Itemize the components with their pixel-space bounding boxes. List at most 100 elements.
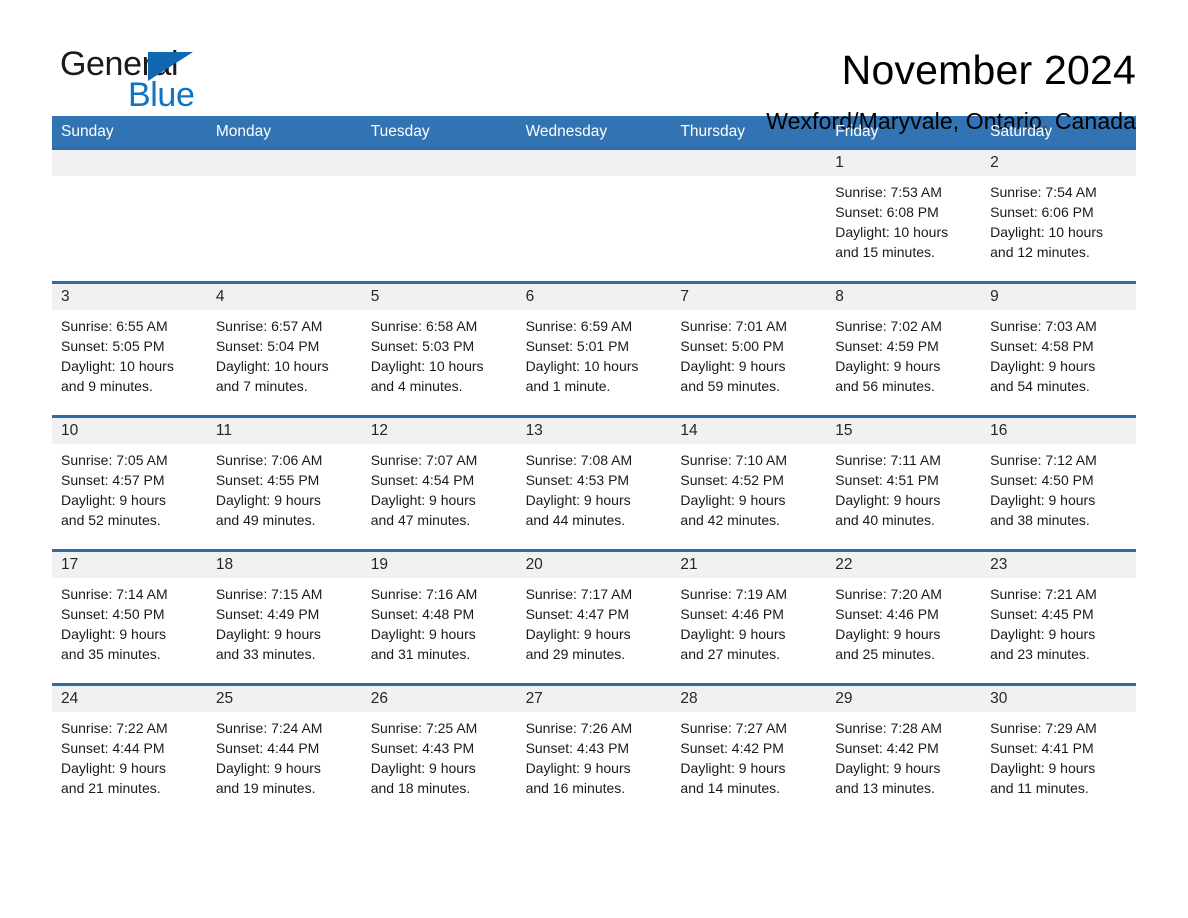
day-info: Sunrise: 6:58 AM Sunset: 5:03 PM Daylight:… bbox=[362, 310, 517, 396]
sunset-text: Sunset: 4:42 PM bbox=[680, 740, 784, 756]
daylight-text-line1: Daylight: 10 hours bbox=[990, 224, 1103, 240]
day-cell[interactable]: 4 Sunrise: 6:57 AM Sunset: 5:04 PM Daylight… bbox=[206, 284, 362, 415]
day-cell[interactable]: 7 Sunrise: 7:01 AM Sunset: 5:00 PM Daylight… bbox=[671, 284, 827, 415]
day-cell[interactable]: 24 Sunrise: 7:22 AM Sunset: 4:44 PM Dayligh… bbox=[52, 686, 207, 817]
day-number-band: 19 bbox=[361, 552, 517, 578]
day-number-band: 15 bbox=[826, 418, 982, 444]
day-cell[interactable]: 25 Sunrise: 7:24 AM Sunset: 4:44 PM Dayligh… bbox=[206, 686, 362, 817]
day-cell[interactable]: 9 Sunrise: 7:03 AM Sunset: 4:58 PM Daylight… bbox=[981, 284, 1136, 415]
daylight-text-line1: Daylight: 9 hours bbox=[990, 358, 1096, 374]
day-info: Sunrise: 7:02 AM Sunset: 4:59 PM Daylight:… bbox=[826, 310, 981, 396]
daylight-text-line1: Daylight: 9 hours bbox=[370, 626, 476, 642]
logo-text-blue: Blue bbox=[128, 76, 195, 114]
weekday-header-friday: Friday bbox=[835, 123, 879, 140]
day-info: Sunrise: 7:22 AM Sunset: 4:44 PM Daylight:… bbox=[52, 712, 207, 798]
sunrise-text: Sunrise: 7:29 AM bbox=[990, 720, 1097, 736]
day-number: 5 bbox=[370, 288, 380, 305]
daylight-text-line2: and 11 minutes. bbox=[990, 780, 1089, 796]
day-cell[interactable]: 11 Sunrise: 7:06 AM Sunset: 4:55 PM Dayligh… bbox=[206, 418, 362, 549]
day-cell[interactable]: 6 Sunrise: 6:59 AM Sunset: 5:01 PM Daylight… bbox=[516, 284, 672, 415]
day-cell[interactable]: 30 Sunrise: 7:29 AM Sunset: 4:41 PM Dayligh… bbox=[981, 686, 1136, 817]
day-info: Sunrise: 7:54 AM Sunset: 6:06 PM Daylight:… bbox=[981, 176, 1136, 262]
day-number: 27 bbox=[525, 690, 543, 707]
day-number bbox=[517, 154, 526, 171]
daylight-text-line2: and 15 minutes. bbox=[835, 244, 935, 260]
day-number-band: 7 bbox=[671, 284, 827, 310]
calendar-weeks: 1 Sunrise: 7:53 AM Sunset: 6:08 PM Daylight… bbox=[52, 147, 1136, 817]
day-number-band: 2 bbox=[981, 150, 1136, 176]
day-number-band: 16 bbox=[981, 418, 1136, 444]
sunrise-text: Sunrise: 7:05 AM bbox=[61, 452, 168, 468]
daylight-text-line1: Daylight: 9 hours bbox=[990, 626, 1096, 642]
daylight-text-line2: and 7 minutes. bbox=[215, 378, 308, 394]
general-blue-logo[interactable]: General Blue bbox=[52, 44, 212, 128]
sunrise-text: Sunrise: 7:08 AM bbox=[525, 452, 633, 468]
weekday-header-thursday: Thursday bbox=[680, 123, 746, 140]
daylight-text-line2: and 54 minutes. bbox=[990, 378, 1090, 394]
day-cell[interactable]: 14 Sunrise: 7:10 AM Sunset: 4:52 PM Dayligh… bbox=[671, 418, 827, 549]
day-number: 21 bbox=[680, 556, 698, 573]
day-cell[interactable]: 23 Sunrise: 7:21 AM Sunset: 4:45 PM Dayligh… bbox=[981, 552, 1136, 683]
day-number: 16 bbox=[990, 422, 1008, 439]
day-cell[interactable]: 26 Sunrise: 7:25 AM Sunset: 4:43 PM Dayligh… bbox=[361, 686, 517, 817]
daylight-text-line1: Daylight: 9 hours bbox=[680, 760, 786, 776]
sunset-text: Sunset: 4:44 PM bbox=[215, 740, 320, 756]
day-cell[interactable]: 21 Sunrise: 7:19 AM Sunset: 4:46 PM Dayligh… bbox=[671, 552, 827, 683]
day-number: 18 bbox=[215, 556, 234, 573]
sunrise-text: Sunrise: 7:01 AM bbox=[680, 318, 788, 334]
day-cell[interactable]: 29 Sunrise: 7:28 AM Sunset: 4:42 PM Dayligh… bbox=[826, 686, 982, 817]
day-cell[interactable]: 17 Sunrise: 7:14 AM Sunset: 4:50 PM Dayligh… bbox=[52, 552, 207, 683]
day-info: Sunrise: 7:53 AM Sunset: 6:08 PM Daylight:… bbox=[826, 176, 981, 262]
sunset-text: Sunset: 4:58 PM bbox=[990, 338, 1094, 354]
day-cell[interactable]: 20 Sunrise: 7:17 AM Sunset: 4:47 PM Dayligh… bbox=[516, 552, 672, 683]
daylight-text-line1: Daylight: 9 hours bbox=[990, 760, 1096, 776]
sunset-text: Sunset: 4:57 PM bbox=[61, 472, 165, 488]
calendar-table: Sunday Monday Tuesday Wednesday Thursday… bbox=[52, 116, 1136, 817]
week-row: 3 Sunrise: 6:55 AM Sunset: 5:05 PM Daylight… bbox=[52, 281, 1136, 415]
sunset-text: Sunset: 4:59 PM bbox=[835, 338, 939, 354]
day-cell[interactable]: 8 Sunrise: 7:02 AM Sunset: 4:59 PM Daylight… bbox=[826, 284, 982, 415]
day-cell[interactable]: 27 Sunrise: 7:26 AM Sunset: 4:43 PM Dayligh… bbox=[516, 686, 672, 817]
day-number: 9 bbox=[990, 288, 999, 305]
day-cell[interactable]: 19 Sunrise: 7:16 AM Sunset: 4:48 PM Dayligh… bbox=[361, 552, 517, 683]
day-info: Sunrise: 7:20 AM Sunset: 4:46 PM Daylight:… bbox=[826, 578, 981, 664]
day-number: 10 bbox=[61, 422, 79, 439]
daylight-text-line1: Daylight: 9 hours bbox=[215, 760, 321, 776]
day-cell[interactable]: 5 Sunrise: 6:58 AM Sunset: 5:03 PM Daylight… bbox=[361, 284, 517, 415]
sunset-text: Sunset: 4:41 PM bbox=[990, 740, 1094, 756]
day-number-band: 4 bbox=[206, 284, 362, 310]
day-cell[interactable]: 2 Sunrise: 7:54 AM Sunset: 6:06 PM Daylight… bbox=[981, 150, 1136, 281]
day-cell[interactable]: 15 Sunrise: 7:11 AM Sunset: 4:51 PM Dayligh… bbox=[826, 418, 982, 549]
day-number: 28 bbox=[680, 690, 698, 707]
week-row: 24 Sunrise: 7:22 AM Sunset: 4:44 PM Dayligh… bbox=[52, 683, 1136, 817]
day-cell[interactable]: 3 Sunrise: 6:55 AM Sunset: 5:05 PM Daylight… bbox=[52, 284, 207, 415]
day-cell[interactable]: 28 Sunrise: 7:27 AM Sunset: 4:42 PM Dayligh… bbox=[671, 686, 827, 817]
day-cell[interactable]: 1 Sunrise: 7:53 AM Sunset: 6:08 PM Daylight… bbox=[826, 150, 982, 281]
day-number: 19 bbox=[370, 556, 388, 573]
weekday-header-wednesday: Wednesday bbox=[525, 123, 608, 140]
day-number: 3 bbox=[61, 288, 70, 305]
sunrise-text: Sunrise: 6:57 AM bbox=[215, 318, 323, 334]
daylight-text-line2: and 23 minutes. bbox=[990, 646, 1090, 662]
sunset-text: Sunset: 6:06 PM bbox=[990, 204, 1094, 220]
day-cell[interactable]: 22 Sunrise: 7:20 AM Sunset: 4:46 PM Dayligh… bbox=[826, 552, 982, 683]
daylight-text-line2: and 29 minutes. bbox=[525, 646, 626, 662]
sunrise-text: Sunrise: 7:53 AM bbox=[835, 184, 942, 200]
week-row: 1 Sunrise: 7:53 AM Sunset: 6:08 PM Daylight… bbox=[52, 147, 1136, 281]
day-number-band: 10 bbox=[52, 418, 207, 444]
day-cell[interactable]: 12 Sunrise: 7:07 AM Sunset: 4:54 PM Dayligh… bbox=[361, 418, 517, 549]
day-info: Sunrise: 7:14 AM Sunset: 4:50 PM Daylight:… bbox=[52, 578, 207, 664]
day-number-band: 27 bbox=[516, 686, 672, 712]
day-cell[interactable]: 13 Sunrise: 7:08 AM Sunset: 4:53 PM Dayligh… bbox=[516, 418, 672, 549]
day-number: 7 bbox=[680, 288, 690, 305]
day-info: Sunrise: 7:05 AM Sunset: 4:57 PM Daylight:… bbox=[52, 444, 207, 530]
day-cell[interactable]: 16 Sunrise: 7:12 AM Sunset: 4:50 PM Dayligh… bbox=[981, 418, 1136, 549]
day-cell[interactable]: 10 Sunrise: 7:05 AM Sunset: 4:57 PM Dayligh… bbox=[52, 418, 207, 549]
day-cell[interactable]: 18 Sunrise: 7:15 AM Sunset: 4:49 PM Dayligh… bbox=[206, 552, 362, 683]
daylight-text-line1: Daylight: 9 hours bbox=[215, 492, 321, 508]
day-info: Sunrise: 6:55 AM Sunset: 5:05 PM Daylight:… bbox=[52, 310, 207, 396]
day-number-band: 9 bbox=[981, 284, 1136, 310]
day-number: 25 bbox=[215, 690, 234, 707]
day-number: 30 bbox=[990, 690, 1008, 707]
day-number: 1 bbox=[835, 154, 844, 171]
